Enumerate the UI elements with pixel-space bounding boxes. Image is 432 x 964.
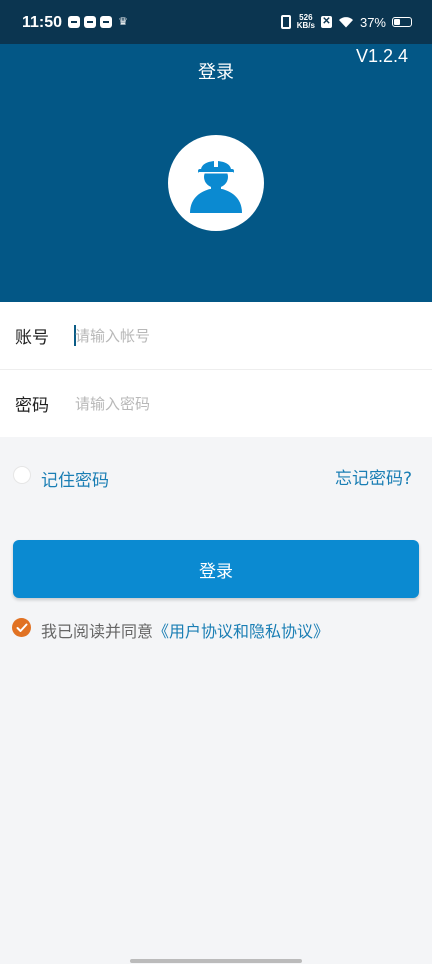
remember-password-checkbox[interactable] [13, 466, 31, 484]
header: 登录 V1.2.4 [0, 44, 432, 302]
status-bar: 11:50 ♛ 526 KB/s ✕ 37% [0, 0, 432, 44]
agreement-text: 我已阅读并同意《用户协议和隐私协议》 [41, 618, 329, 642]
net-speed-unit: KB/s [296, 21, 315, 30]
notification-icons: ♛ [68, 16, 130, 28]
battery-percent: 37% [359, 14, 386, 30]
password-input[interactable] [75, 394, 405, 413]
account-row: 账号 [0, 302, 432, 369]
home-indicator[interactable] [130, 959, 302, 963]
x-app-icon: ✕ [320, 16, 332, 28]
account-input[interactable] [75, 326, 405, 345]
vibrate-icon [280, 15, 291, 29]
notification-leaf-icon [84, 16, 96, 28]
worker-hardhat-icon [190, 157, 242, 213]
agreement-checkbox[interactable] [12, 618, 31, 637]
login-button[interactable]: 登录 [13, 540, 419, 598]
battery-icon [392, 17, 412, 27]
checkmark-icon [16, 623, 27, 632]
wifi-icon [338, 17, 353, 28]
avatar [168, 135, 264, 231]
password-label: 密码 [15, 396, 49, 416]
agreement-prefix: 我已阅读并同意 [41, 622, 154, 641]
net-speed: 526 KB/s [297, 14, 315, 30]
crown-icon: ♛ [118, 15, 128, 28]
remember-password-label[interactable]: 记住密码 [41, 466, 109, 491]
login-form: 账号 密码 [0, 302, 432, 437]
forgot-password-link[interactable]: 忘记密码? [335, 464, 412, 489]
account-label: 账号 [15, 328, 49, 348]
notification-app-icon [68, 16, 80, 28]
status-time: 11:50 [22, 14, 63, 31]
login-screen: 11:50 ♛ 526 KB/s ✕ 37% 登录 V1.2.4 账号 请输入帐… [0, 0, 432, 964]
agreement-link[interactable]: 《用户协议和隐私协议》 [153, 622, 329, 641]
status-right: 526 KB/s ✕ 37% [280, 14, 412, 30]
password-row: 密码 [0, 369, 432, 437]
notification-calendar-icon [100, 16, 112, 28]
version-label: V1.2.4 [355, 46, 408, 66]
